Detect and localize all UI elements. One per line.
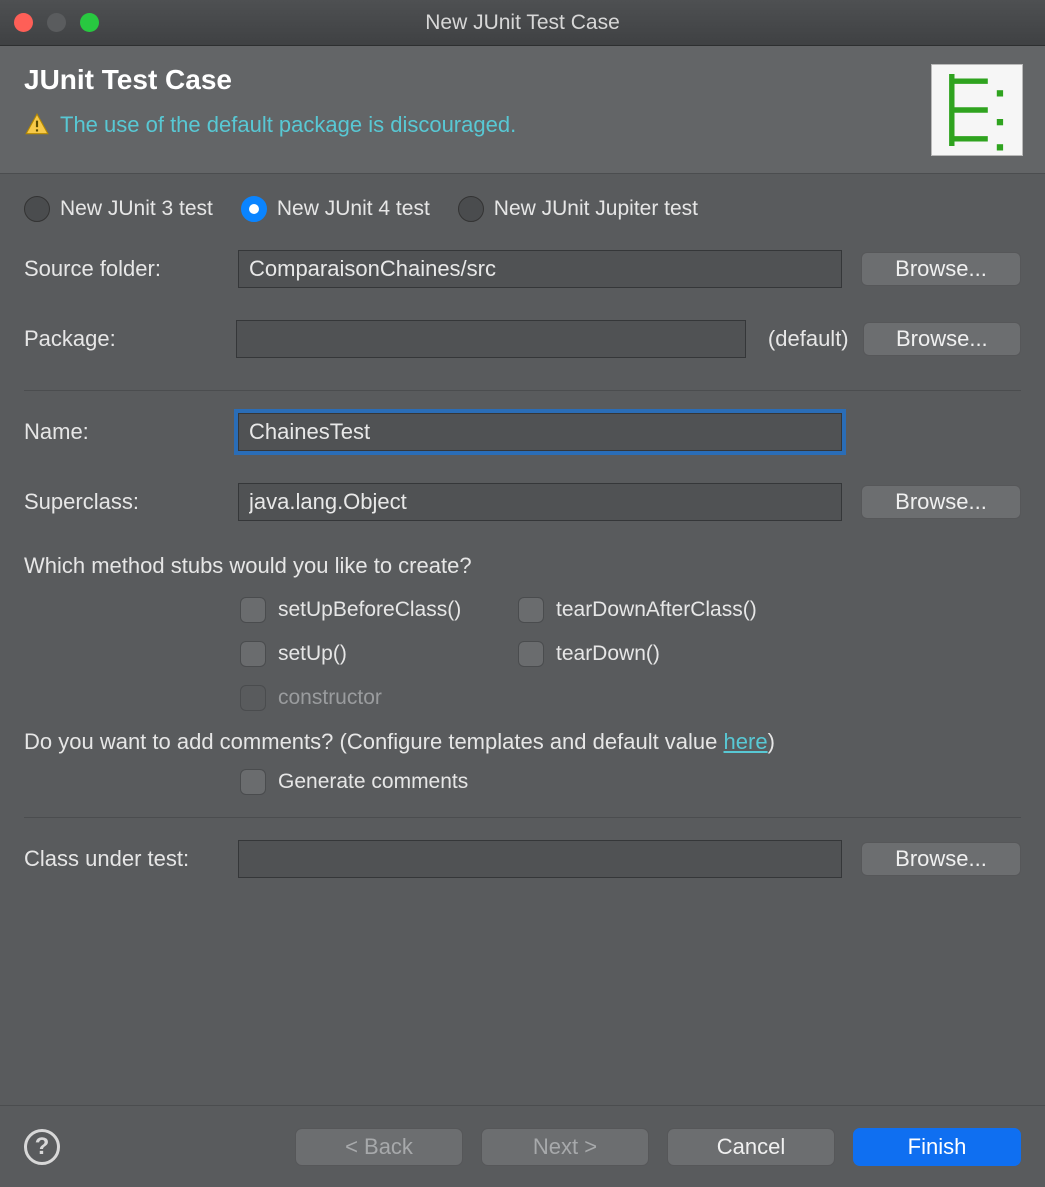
checkbox-constructor: constructor (240, 685, 500, 711)
checkbox-label: tearDown() (556, 642, 660, 666)
wizard-footer: ? < Back Next > Cancel Finish (0, 1105, 1045, 1187)
checkbox-icon (240, 685, 266, 711)
stubs-question: Which method stubs would you like to cre… (24, 553, 1021, 579)
package-label: Package: (24, 326, 222, 352)
checkbox-icon (518, 641, 544, 667)
divider (24, 817, 1021, 818)
browse-package-button[interactable]: Browse... (863, 322, 1021, 356)
class-under-test-label: Class under test: (24, 846, 224, 872)
page-title: JUnit Test Case (24, 64, 1021, 96)
checkbox-teardown[interactable]: tearDown() (518, 641, 818, 667)
comments-question-text: Do you want to add comments? (Configure … (24, 729, 724, 754)
browse-source-folder-button[interactable]: Browse... (861, 252, 1021, 286)
back-button: < Back (295, 1128, 463, 1166)
wizard-header: JUnit Test Case The use of the default p… (0, 46, 1045, 174)
source-folder-input[interactable] (238, 250, 842, 288)
checkbox-label: Generate comments (278, 770, 468, 794)
checkbox-teardownafterclass[interactable]: tearDownAfterClass() (518, 597, 818, 623)
warning-icon (24, 112, 50, 138)
checkbox-label: setUpBeforeClass() (278, 598, 461, 622)
radio-label: New JUnit Jupiter test (494, 197, 698, 221)
checkbox-icon (240, 597, 266, 623)
minimize-window-icon (47, 13, 66, 32)
name-input[interactable] (238, 413, 842, 451)
superclass-label: Superclass: (24, 489, 224, 515)
zoom-window-icon[interactable] (80, 13, 99, 32)
junit-version-radios: New JUnit 3 test New JUnit 4 test New JU… (24, 196, 1021, 222)
help-button[interactable]: ? (24, 1129, 60, 1165)
checkbox-setupbeforeclass[interactable]: setUpBeforeClass() (240, 597, 500, 623)
class-under-test-input[interactable] (238, 840, 842, 878)
package-input[interactable] (236, 320, 746, 358)
checkbox-generate-comments[interactable]: Generate comments (240, 769, 468, 795)
radio-junit3[interactable]: New JUnit 3 test (24, 196, 213, 222)
checkbox-icon (240, 769, 266, 795)
configure-templates-link[interactable]: here (724, 729, 768, 754)
divider (24, 390, 1021, 391)
name-label: Name: (24, 419, 224, 445)
radio-icon (241, 196, 267, 222)
checkbox-label: constructor (278, 686, 382, 710)
radio-icon (24, 196, 50, 222)
radio-junit-jupiter[interactable]: New JUnit Jupiter test (458, 196, 698, 222)
window-title: New JUnit Test Case (0, 11, 1045, 35)
radio-label: New JUnit 4 test (277, 197, 430, 221)
checkbox-icon (240, 641, 266, 667)
finish-button[interactable]: Finish (853, 1128, 1021, 1166)
cancel-button[interactable]: Cancel (667, 1128, 835, 1166)
warning-text: The use of the default package is discou… (60, 112, 516, 138)
browse-class-under-test-button[interactable]: Browse... (861, 842, 1021, 876)
comments-question: Do you want to add comments? (Configure … (24, 729, 1021, 755)
checkbox-label: setUp() (278, 642, 347, 666)
superclass-input[interactable] (238, 483, 842, 521)
junit-wizard-icon (931, 64, 1023, 156)
browse-superclass-button[interactable]: Browse... (861, 485, 1021, 519)
close-window-icon[interactable] (14, 13, 33, 32)
checkbox-icon (518, 597, 544, 623)
checkbox-setup[interactable]: setUp() (240, 641, 500, 667)
radio-label: New JUnit 3 test (60, 197, 213, 221)
radio-junit4[interactable]: New JUnit 4 test (241, 196, 430, 222)
package-default-hint: (default) (768, 326, 849, 352)
source-folder-label: Source folder: (24, 256, 224, 282)
radio-icon (458, 196, 484, 222)
checkbox-label: tearDownAfterClass() (556, 598, 757, 622)
titlebar: New JUnit Test Case (0, 0, 1045, 46)
next-button: Next > (481, 1128, 649, 1166)
comments-question-suffix: ) (768, 729, 775, 754)
window-controls (14, 13, 99, 32)
